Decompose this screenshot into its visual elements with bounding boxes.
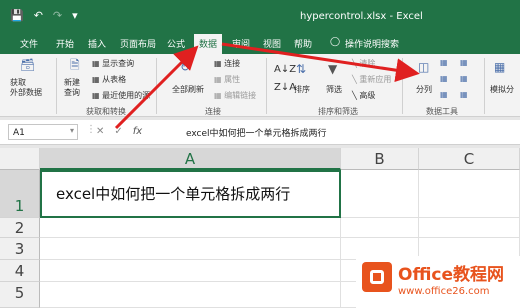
arrow-to-text-to-columns [221, 42, 420, 83]
arrow-to-data-tab [114, 45, 199, 130]
logo-brand: Office教程网 [398, 265, 505, 285]
office-logo-icon [362, 262, 392, 292]
logo-site: www.office26.com [398, 286, 490, 297]
office-tutorial-logo: Office教程网 www.office26.com [356, 256, 520, 308]
